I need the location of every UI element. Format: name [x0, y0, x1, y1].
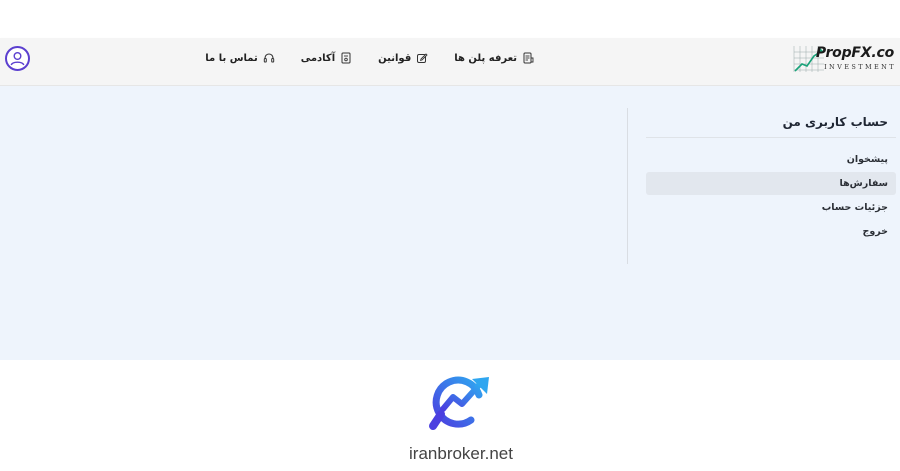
account-sidebar: حساب کاربری من پیشخوان سفارش‌ها جزئیات ح… — [646, 108, 896, 244]
account-content-area: حساب کاربری من پیشخوان سفارش‌ها جزئیات ح… — [0, 86, 900, 360]
nav-item-label: تماس با ما — [205, 52, 258, 64]
headset-icon — [263, 53, 274, 63]
main-nav: تماس با ما آکادمی قوانین تعرفه پلن ها — [205, 52, 534, 64]
nav-item-academy[interactable]: آکادمی — [301, 52, 352, 64]
top-blank-area — [0, 0, 900, 38]
nav-item-contact[interactable]: تماس با ما — [205, 52, 274, 64]
menu-item-account-details[interactable]: جزئیات حساب — [646, 196, 896, 219]
nav-item-label: تعرفه پلن ها — [454, 52, 517, 64]
logo-subtext: INVESTMENT — [824, 63, 896, 71]
user-avatar-button[interactable] — [5, 46, 30, 71]
menu-item-logout[interactable]: خروج — [646, 220, 896, 243]
trend-magnifier-logo-icon — [429, 376, 489, 430]
watermark-text: iranbroker.net — [409, 444, 513, 463]
nav-item-label: آکادمی — [300, 52, 336, 64]
menu-item-dashboard[interactable]: پیشخوان — [646, 148, 896, 171]
nav-item-label: قوانین — [378, 52, 412, 64]
sidebar-title: حساب کاربری من — [646, 108, 896, 138]
nav-item-rules[interactable]: قوانین — [378, 52, 428, 64]
edit-icon — [417, 53, 428, 63]
logo-text: PropFX.co — [815, 45, 894, 61]
pricing-icon — [523, 52, 534, 64]
vertical-divider — [627, 108, 628, 264]
nav-item-pricing[interactable]: تعرفه پلن ها — [454, 52, 534, 64]
top-navbar: PropFX.co INVESTMENT تماس با ما آکادمی ق… — [0, 38, 900, 86]
academy-icon — [341, 52, 351, 64]
account-menu: پیشخوان سفارش‌ها جزئیات حساب خروج — [646, 148, 896, 243]
brand-logo[interactable]: PropFX.co INVESTMENT — [792, 44, 896, 74]
menu-item-orders[interactable]: سفارش‌ها — [646, 172, 896, 195]
user-circle-icon — [10, 51, 25, 66]
